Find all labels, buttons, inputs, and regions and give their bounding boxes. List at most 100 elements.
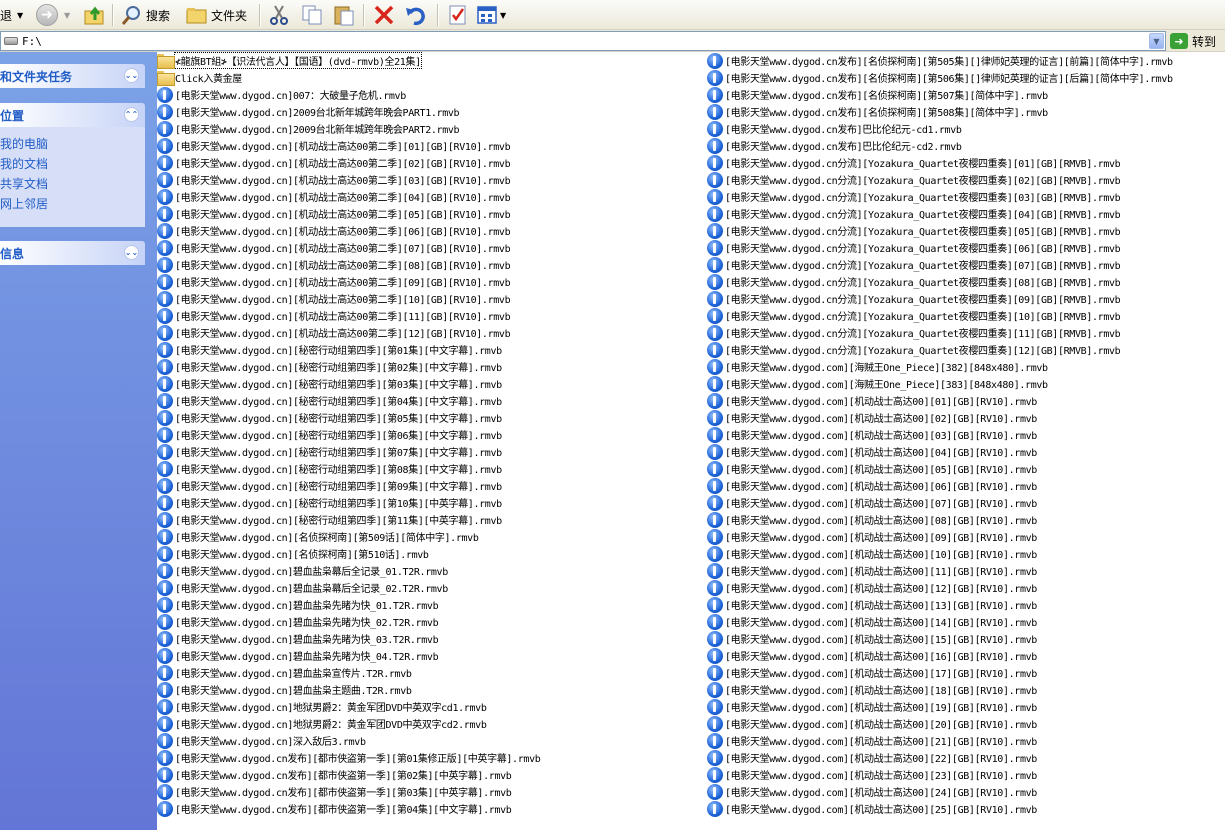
file-item[interactable]: [电影天堂www.dygod.cn][秘密行动组第四季][第04集][中文字幕]…: [157, 392, 502, 409]
file-item[interactable]: [电影天堂www.dygod.cn]碧血盐枭幕后全记录_02.T2R.rmvb: [157, 579, 448, 596]
delete-button[interactable]: [373, 0, 395, 30]
file-item[interactable]: [电影天堂www.dygod.com][机动战士高达00][04][GB][RV…: [707, 443, 1037, 460]
file-item[interactable]: [电影天堂www.dygod.cn发布][都市侠盗第一季][第01集修正版][中…: [157, 749, 541, 766]
file-item[interactable]: [电影天堂www.dygod.cn分流][Yozakura_Quartet夜樱四…: [707, 273, 1121, 290]
folder-item[interactable]: Click入黄金屋: [157, 69, 242, 86]
file-item[interactable]: [电影天堂www.dygod.cn]2009台北新年城跨年晚会PART1.rmv…: [157, 103, 460, 120]
file-item[interactable]: [电影天堂www.dygod.com][机动战士高达00][21][GB][RV…: [707, 732, 1037, 749]
expand-chevron-icon[interactable]: ⌄⌄: [124, 245, 139, 260]
file-item[interactable]: [电影天堂www.dygod.cn分流][Yozakura_Quartet夜樱四…: [707, 341, 1121, 358]
file-item[interactable]: [电影天堂www.dygod.com][海贼王One_Piece][382][8…: [707, 358, 1048, 375]
file-item[interactable]: [电影天堂www.dygod.cn分流][Yozakura_Quartet夜樱四…: [707, 239, 1121, 256]
file-item[interactable]: [电影天堂www.dygod.cn][秘密行动组第四季][第01集][中文字幕]…: [157, 341, 502, 358]
place-link-my-documents[interactable]: 我的文档: [0, 154, 145, 174]
forward-dropdown-icon[interactable]: ▼: [64, 11, 70, 20]
file-item[interactable]: [电影天堂www.dygod.cn][秘密行动组第四季][第05集][中文字幕]…: [157, 409, 502, 426]
file-item[interactable]: [电影天堂www.dygod.cn分流][Yozakura_Quartet夜樱四…: [707, 188, 1121, 205]
up-folder-button[interactable]: [84, 0, 106, 30]
file-item[interactable]: [电影天堂www.dygod.cn]碧血盐枭先睹为快_02.T2R.rmvb: [157, 613, 439, 630]
file-item[interactable]: [电影天堂www.dygod.cn][机动战士高达00第二季][12][GB][…: [157, 324, 511, 341]
file-item[interactable]: [电影天堂www.dygod.cn][秘密行动组第四季][第11集][中英字幕]…: [157, 511, 502, 528]
file-item[interactable]: [电影天堂www.dygod.com][机动战士高达00][06][GB][RV…: [707, 477, 1037, 494]
file-item[interactable]: [电影天堂www.dygod.cn][机动战士高达00第二季][10][GB][…: [157, 290, 511, 307]
place-link-network-places[interactable]: 网上邻居: [0, 194, 145, 214]
file-item[interactable]: [电影天堂www.dygod.com][机动战士高达00][18][GB][RV…: [707, 681, 1037, 698]
file-item[interactable]: [电影天堂www.dygod.cn][机动战士高达00第二季][02][GB][…: [157, 154, 511, 171]
file-item[interactable]: [电影天堂www.dygod.com][机动战士高达00][17][GB][RV…: [707, 664, 1037, 681]
file-item[interactable]: [电影天堂www.dygod.cn][秘密行动组第四季][第08集][中文字幕]…: [157, 460, 502, 477]
back-dropdown-icon[interactable]: ▼: [17, 11, 23, 20]
place-link-shared-documents[interactable]: 共享文档: [0, 174, 145, 194]
file-item[interactable]: [电影天堂www.dygod.cn发布][名侦探柯南][第508集][简体中字]…: [707, 103, 1048, 120]
file-item[interactable]: [电影天堂www.dygod.com][机动战士高达00][03][GB][RV…: [707, 426, 1037, 443]
file-item[interactable]: [电影天堂www.dygod.cn][机动战士高达00第二季][06][GB][…: [157, 222, 511, 239]
places-panel-header[interactable]: 位置 ⌃⌃: [0, 103, 145, 127]
file-item[interactable]: [电影天堂www.dygod.cn]碧血盐枭先睹为快_04.T2R.rmvb: [157, 647, 439, 664]
file-item[interactable]: [电影天堂www.dygod.cn发布]巴比伦纪元-cd2.rmvb: [707, 137, 962, 154]
views-dropdown-icon[interactable]: ▼: [500, 11, 506, 20]
folders-button[interactable]: 文件夹: [186, 0, 247, 30]
file-item[interactable]: [电影天堂www.dygod.cn][秘密行动组第四季][第10集][中英字幕]…: [157, 494, 502, 511]
file-item[interactable]: [电影天堂www.dygod.cn][秘密行动组第四季][第09集][中文字幕]…: [157, 477, 502, 494]
search-button[interactable]: 搜索: [121, 0, 170, 30]
file-item[interactable]: [电影天堂www.dygod.com][机动战士高达00][07][GB][RV…: [707, 494, 1037, 511]
file-item[interactable]: [电影天堂www.dygod.cn]碧血盐枭宣传片.T2R.rmvb: [157, 664, 412, 681]
file-item[interactable]: [电影天堂www.dygod.cn分流][Yozakura_Quartet夜樱四…: [707, 205, 1121, 222]
place-link-my-computer[interactable]: 我的电脑: [0, 134, 145, 154]
file-item[interactable]: [电影天堂www.dygod.com][机动战士高达00][20][GB][RV…: [707, 715, 1037, 732]
go-button[interactable]: ➜ 转到: [1170, 31, 1216, 51]
file-item[interactable]: [电影天堂www.dygod.com][机动战士高达00][22][GB][RV…: [707, 749, 1037, 766]
file-item[interactable]: [电影天堂www.dygod.cn][秘密行动组第四季][第07集][中文字幕]…: [157, 443, 502, 460]
file-item[interactable]: [电影天堂www.dygod.cn分流][Yozakura_Quartet夜樱四…: [707, 256, 1121, 273]
file-item[interactable]: [电影天堂www.dygod.com][机动战士高达00][24][GB][RV…: [707, 783, 1037, 800]
file-item[interactable]: [电影天堂www.dygod.cn发布][都市侠盗第一季][第04集][中文字幕…: [157, 800, 512, 817]
file-item[interactable]: [电影天堂www.dygod.com][机动战士高达00][08][GB][RV…: [707, 511, 1037, 528]
file-item[interactable]: [电影天堂www.dygod.cn][机动战士高达00第二季][11][GB][…: [157, 307, 511, 324]
folder-item[interactable]: ≮龍旗BT組≯【识法代言人】【国语】(dvd-rmvb)全21集]: [157, 52, 422, 69]
file-item[interactable]: [电影天堂www.dygod.cn分流][Yozakura_Quartet夜樱四…: [707, 171, 1121, 188]
copy-button[interactable]: [301, 0, 323, 30]
cut-button[interactable]: [268, 0, 290, 30]
file-item[interactable]: [电影天堂www.dygod.com][机动战士高达00][02][GB][RV…: [707, 409, 1037, 426]
file-item[interactable]: [电影天堂www.dygod.com][机动战士高达00][25][GB][RV…: [707, 800, 1037, 817]
file-item[interactable]: [电影天堂www.dygod.cn][机动战士高达00第二季][08][GB][…: [157, 256, 511, 273]
file-item[interactable]: [电影天堂www.dygod.com][机动战士高达00][23][GB][RV…: [707, 766, 1037, 783]
file-item[interactable]: [电影天堂www.dygod.cn]碧血盐枭先睹为快_01.T2R.rmvb: [157, 596, 439, 613]
file-item[interactable]: [电影天堂www.dygod.com][机动战士高达00][13][GB][RV…: [707, 596, 1037, 613]
file-item[interactable]: [电影天堂www.dygod.cn分流][Yozakura_Quartet夜樱四…: [707, 324, 1121, 341]
views-button[interactable]: ▼: [476, 0, 506, 30]
file-item[interactable]: [电影天堂www.dygod.com][机动战士高达00][16][GB][RV…: [707, 647, 1037, 664]
file-item[interactable]: [电影天堂www.dygod.com][机动战士高达00][09][GB][RV…: [707, 528, 1037, 545]
address-dropdown-icon[interactable]: ▼: [1149, 33, 1164, 49]
file-item[interactable]: [电影天堂www.dygod.cn发布][名侦探柯南][第505集][]律师妃英…: [707, 52, 1173, 69]
file-item[interactable]: [电影天堂www.dygod.cn发布][都市侠盗第一季][第02集][中英字幕…: [157, 766, 512, 783]
file-item[interactable]: [电影天堂www.dygod.cn][秘密行动组第四季][第03集][中文字幕]…: [157, 375, 502, 392]
file-item[interactable]: [电影天堂www.dygod.cn分流][Yozakura_Quartet夜樱四…: [707, 307, 1121, 324]
file-item[interactable]: [电影天堂www.dygod.cn][机动战士高达00第二季][04][GB][…: [157, 188, 511, 205]
file-item[interactable]: [电影天堂www.dygod.cn]碧血盐枭先睹为快_03.T2R.rmvb: [157, 630, 439, 647]
expand-chevron-icon[interactable]: ⌄⌄: [124, 68, 139, 83]
file-item[interactable]: [电影天堂www.dygod.cn][机动战士高达00第二季][01][GB][…: [157, 137, 511, 154]
file-item[interactable]: [电影天堂www.dygod.cn]地狱男爵2：黄金军团DVD中英双字cd1.r…: [157, 698, 487, 715]
file-item[interactable]: [电影天堂www.dygod.com][机动战士高达00][19][GB][RV…: [707, 698, 1037, 715]
file-item[interactable]: [电影天堂www.dygod.cn][名侦探柯南][第510话].rmvb: [157, 545, 429, 562]
file-item[interactable]: [电影天堂www.dygod.cn][机动战士高达00第二季][09][GB][…: [157, 273, 511, 290]
file-tasks-panel-header[interactable]: 和文件夹任务 ⌄⌄: [0, 64, 145, 88]
file-item[interactable]: [电影天堂www.dygod.cn][机动战士高达00第二季][05][GB][…: [157, 205, 511, 222]
file-item[interactable]: [电影天堂www.dygod.com][机动战士高达00][11][GB][RV…: [707, 562, 1037, 579]
file-item[interactable]: [电影天堂www.dygod.cn发布][名侦探柯南][第506集][]律师妃英…: [707, 69, 1173, 86]
file-item[interactable]: [电影天堂www.dygod.cn发布][名侦探柯南][第507集][简体中字]…: [707, 86, 1048, 103]
file-item[interactable]: [电影天堂www.dygod.com][机动战士高达00][10][GB][RV…: [707, 545, 1037, 562]
file-item[interactable]: [电影天堂www.dygod.cn][秘密行动组第四季][第02集][中文字幕]…: [157, 358, 502, 375]
properties-button[interactable]: [447, 0, 469, 30]
file-item[interactable]: [电影天堂www.dygod.cn][机动战士高达00第二季][07][GB][…: [157, 239, 511, 256]
file-item[interactable]: [电影天堂www.dygod.cn]碧血盐枭幕后全记录_01.T2R.rmvb: [157, 562, 448, 579]
file-item[interactable]: [电影天堂www.dygod.cn发布][都市侠盗第一季][第03集][中英字幕…: [157, 783, 512, 800]
file-item[interactable]: [电影天堂www.dygod.cn分流][Yozakura_Quartet夜樱四…: [707, 154, 1121, 171]
details-panel-header[interactable]: 信息 ⌄⌄: [0, 241, 145, 265]
back-button[interactable]: 退 ▼: [0, 0, 23, 30]
forward-button[interactable]: ➜ ▼: [36, 0, 70, 30]
collapse-chevron-icon[interactable]: ⌃⌃: [124, 107, 139, 122]
file-item[interactable]: [电影天堂www.dygod.cn]007：大破量子危机.rmvb: [157, 86, 406, 103]
file-item[interactable]: [电影天堂www.dygod.cn分流][Yozakura_Quartet夜樱四…: [707, 290, 1121, 307]
